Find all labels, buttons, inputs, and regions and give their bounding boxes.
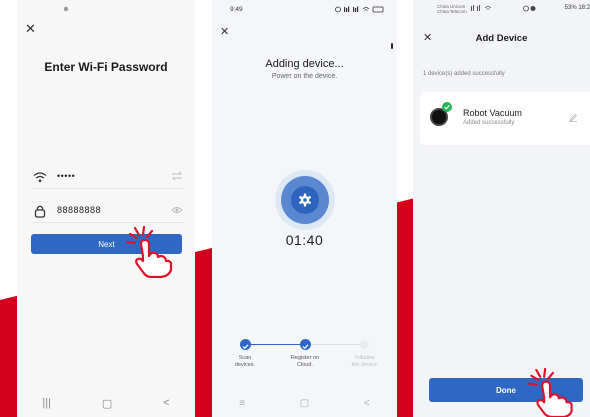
carrier-info: China Unicom China Telecom bbox=[437, 4, 467, 14]
nav-home-button[interactable]: ▢ bbox=[102, 397, 112, 410]
progress-ring bbox=[275, 170, 335, 230]
success-check-icon bbox=[442, 102, 452, 112]
status-dot-icon bbox=[63, 6, 69, 12]
step-3-pending-dot bbox=[360, 340, 369, 349]
status-time: 9:49 bbox=[230, 6, 243, 13]
battery-time: 53% 18:2 bbox=[564, 5, 590, 11]
countdown-timer: 01:40 bbox=[285, 232, 324, 248]
signal-icons bbox=[471, 5, 492, 11]
nav-recents-button[interactable]: ||| bbox=[42, 397, 51, 409]
page-title: Adding device... bbox=[265, 58, 344, 70]
device-status: Added successfully bbox=[463, 120, 515, 126]
step-3-label: Initialize the device. bbox=[351, 355, 379, 368]
status-bar bbox=[17, 0, 195, 20]
android-nav-bar: ||| ▢ < bbox=[17, 389, 195, 417]
password-field[interactable]: 88888888 bbox=[31, 200, 185, 223]
tap-hand-icon bbox=[527, 368, 573, 417]
progress-steps: Scan devices. Register on Cloud. Initializ… bbox=[212, 338, 397, 378]
password-value: 88888888 bbox=[57, 205, 102, 215]
edit-pencil-icon[interactable] bbox=[568, 112, 578, 122]
nav-back-button[interactable]: < bbox=[163, 397, 169, 409]
tap-hand-icon bbox=[125, 226, 173, 278]
gear-icon bbox=[291, 186, 319, 214]
close-icon[interactable]: ✕ bbox=[25, 22, 36, 35]
lock-icon bbox=[34, 205, 46, 218]
step-2-check-icon bbox=[300, 339, 311, 350]
step-connector-2 bbox=[305, 344, 365, 345]
switch-network-icon[interactable] bbox=[171, 170, 183, 182]
step-2-label: Register on Cloud. bbox=[290, 355, 320, 368]
nav-home-button[interactable]: ▢ bbox=[300, 398, 309, 409]
phone-screen-add-device: China Unicom China Telecom 53% 18:2 ✕ Add… bbox=[413, 0, 590, 417]
page-title: Enter Wi-Fi Password bbox=[44, 60, 168, 74]
scroll-indicator bbox=[391, 43, 393, 49]
device-name: Robot Vacuum bbox=[463, 108, 522, 118]
wifi-name-value: ••••• bbox=[57, 171, 76, 181]
page-subtitle: Power on the device. bbox=[271, 73, 338, 80]
close-icon[interactable]: ✕ bbox=[220, 27, 229, 38]
status-misc-icons bbox=[523, 5, 536, 12]
page-title: Add Device bbox=[475, 33, 528, 44]
step-1-check-icon bbox=[240, 339, 251, 350]
added-count-text: 1 device(s) added successfully bbox=[423, 71, 505, 77]
step-connector-1 bbox=[245, 344, 305, 345]
phone-screen-wifi-password: ✕ Enter Wi-Fi Password ••••• 88888888 Ne… bbox=[17, 0, 195, 417]
step-1-label: Scan devices. bbox=[234, 355, 256, 368]
wifi-name-field[interactable]: ••••• bbox=[31, 166, 185, 189]
nav-menu-button[interactable]: ≡ bbox=[239, 398, 245, 409]
progress-ring-inner bbox=[281, 176, 329, 224]
android-nav-bar: ≡ ▢ < bbox=[212, 389, 397, 417]
eye-icon[interactable] bbox=[171, 204, 183, 216]
phone-screen-adding-device: 9:49 ✕ Adding device... Power on the dev… bbox=[212, 0, 397, 417]
nav-back-button[interactable]: < bbox=[364, 398, 370, 409]
wifi-icon bbox=[33, 172, 47, 183]
status-bar: China Unicom China Telecom 53% 18:2 bbox=[413, 0, 590, 20]
status-bar: 9:49 bbox=[212, 0, 397, 20]
status-icons bbox=[335, 6, 384, 13]
device-card[interactable]: Robot Vacuum Added successfully bbox=[420, 92, 590, 145]
